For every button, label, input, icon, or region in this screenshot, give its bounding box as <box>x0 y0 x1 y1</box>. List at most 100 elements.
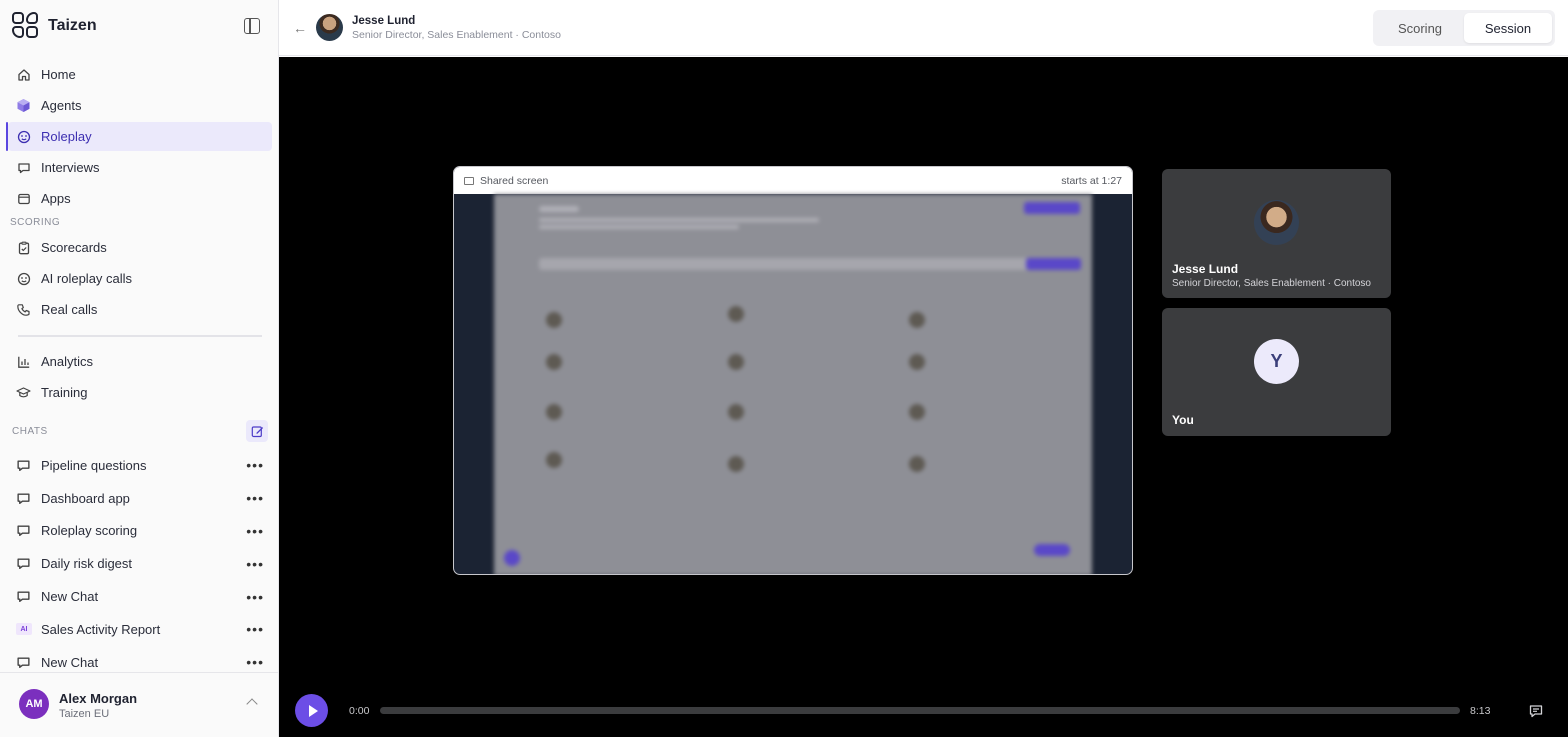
sidebar-item-ai-roleplay-calls[interactable]: AI roleplay calls <box>8 264 272 293</box>
sidebar-item-real-calls[interactable]: Real calls <box>8 295 272 324</box>
shared-screen-bar: Shared screen starts at 1:27 <box>454 167 1132 194</box>
brand-name: Taizen <box>48 17 97 34</box>
sidebar-item-apps[interactable]: Apps <box>8 184 272 213</box>
sidebar-item-interviews[interactable]: Interviews <box>8 153 272 182</box>
avatar <box>1254 200 1299 245</box>
sidebar-item-label: AI roleplay calls <box>41 271 133 286</box>
more-options-icon[interactable]: ••• <box>246 621 264 637</box>
sidebar-item-label: Home <box>41 67 76 82</box>
chat-bubble-icon <box>16 160 31 175</box>
chat-item-label: New Chat <box>41 589 99 605</box>
shared-screen-label: Shared screen <box>480 174 549 187</box>
sidebar-item-analytics[interactable]: Analytics <box>8 347 272 376</box>
sidebar-item-home[interactable]: Home <box>8 60 272 89</box>
phone-icon <box>16 302 31 317</box>
chat-item[interactable]: Dashboard app ••• <box>8 482 272 515</box>
sidebar-item-training[interactable]: Training <box>8 378 272 407</box>
avatar: AM <box>19 689 49 719</box>
sidebar-item-label: Roleplay <box>41 129 92 144</box>
brand[interactable]: Taizen <box>12 12 97 40</box>
bar-chart-icon <box>16 354 31 369</box>
sidebar-item-label: Scorecards <box>41 240 107 255</box>
current-time: 0:00 <box>349 705 370 717</box>
shared-screen-content <box>494 194 1092 574</box>
more-options-icon[interactable]: ••• <box>246 589 264 605</box>
chat-item[interactable]: AI Sales Activity Report ••• <box>8 613 272 646</box>
apps-icon <box>16 191 31 206</box>
persona-title: Senior Director, Sales Enablement · Cont… <box>352 29 561 41</box>
sidebar-item-label: Interviews <box>41 160 100 175</box>
edit-icon <box>251 425 263 437</box>
chat-bubble-icon <box>17 558 30 570</box>
back-arrow-icon[interactable]: ← <box>293 20 307 36</box>
other-nav: Analytics Training <box>8 347 272 409</box>
chat-item[interactable]: Daily risk digest ••• <box>8 547 272 580</box>
user-org: Taizen EU <box>59 708 110 720</box>
roleplay-icon <box>16 129 31 144</box>
participant-tile: Y You <box>1162 308 1391 436</box>
playback-controls: 0:00 8:13 <box>279 690 1568 732</box>
duration: 8:13 <box>1470 705 1491 717</box>
chat-item-label: New Chat <box>41 654 99 670</box>
user-name: Alex Morgan <box>59 691 138 706</box>
chats-header: CHATS <box>10 420 268 442</box>
roleplay-icon <box>16 271 31 286</box>
monitor-icon <box>464 176 474 185</box>
chats-section-label: CHATS <box>12 425 48 437</box>
chat-item[interactable]: Pipeline questions ••• <box>8 449 272 482</box>
shared-screen-panel[interactable]: Shared screen starts at 1:27 <box>453 166 1133 575</box>
chat-bubble-icon <box>17 591 30 603</box>
sidebar-item-label: Training <box>41 385 88 400</box>
chat-bubble-icon <box>17 493 30 504</box>
sidebar-item-label: Analytics <box>41 354 94 369</box>
home-icon <box>16 67 31 82</box>
scoring-nav: SCORING <box>8 213 272 231</box>
sidebar-item-label: Real calls <box>41 302 98 317</box>
chat-list: Pipeline questions ••• Dashboard app •••… <box>8 449 272 679</box>
chat-item[interactable]: New Chat ••• <box>8 580 272 613</box>
session-stage: Shared screen starts at 1:27 Jesse Lund … <box>279 57 1568 737</box>
graduation-cap-icon <box>16 385 31 400</box>
more-options-icon[interactable]: ••• <box>246 654 264 670</box>
chat-item-label: Dashboard app <box>41 490 130 506</box>
sidebar-collapse-icon[interactable] <box>244 18 260 34</box>
scoring-nav-items: Scorecards AI roleplay calls Real calls <box>8 233 272 326</box>
playback-scrubber[interactable] <box>380 707 1460 714</box>
sidebar-item-roleplay[interactable]: Roleplay <box>6 122 272 151</box>
sidebar-item-agents[interactable]: Agents <box>8 91 272 120</box>
chat-item-label: Pipeline questions <box>41 457 147 473</box>
chat-bubble-icon <box>17 460 30 471</box>
session-header: ← Jesse Lund Senior Director, Sales Enab… <box>279 0 1568 56</box>
more-options-icon[interactable]: ••• <box>246 523 264 539</box>
user-menu[interactable]: AM Alex Morgan Taizen EU <box>0 672 278 737</box>
chat-bubble-icon <box>17 526 30 537</box>
new-chat-button[interactable] <box>246 420 268 442</box>
tab-scoring[interactable]: Scoring <box>1376 13 1464 43</box>
persona-name: Jesse Lund <box>352 15 416 27</box>
play-button[interactable] <box>295 694 328 727</box>
transcript-button[interactable] <box>1519 694 1552 727</box>
participant-tile: Jesse Lund Senior Director, Sales Enable… <box>1162 169 1391 298</box>
more-options-icon[interactable]: ••• <box>246 457 264 473</box>
share-start-time: starts at 1:27 <box>1061 174 1122 187</box>
participant-subtitle: Senior Director, Sales Enablement · Cont… <box>1172 278 1371 289</box>
main-nav: Home Agents Roleplay Interviews Apps <box>6 60 272 215</box>
avatar: Y <box>1254 339 1299 384</box>
chat-item-label: Roleplay scoring <box>41 523 138 539</box>
taizen-logo-icon <box>12 12 40 40</box>
clipboard-icon <box>16 240 31 255</box>
cube-icon <box>16 98 31 113</box>
chat-bubble-icon <box>17 657 30 668</box>
chat-item-label: Daily risk digest <box>41 556 133 572</box>
chat-item[interactable]: Roleplay scoring ••• <box>8 515 272 548</box>
participant-name: Jesse Lund <box>1172 262 1239 276</box>
more-options-icon[interactable]: ••• <box>246 556 264 572</box>
sidebar-item-scorecards[interactable]: Scorecards <box>8 233 272 262</box>
more-options-icon[interactable]: ••• <box>246 490 264 506</box>
view-tabs: Scoring Session <box>1373 10 1555 46</box>
sidebar-divider <box>18 335 262 337</box>
chevron-up-icon <box>246 698 258 710</box>
tab-session[interactable]: Session <box>1464 13 1552 43</box>
sidebar: Taizen Home Agents Roleplay Interviews A… <box>0 0 279 737</box>
scoring-section-label: SCORING <box>10 216 61 228</box>
